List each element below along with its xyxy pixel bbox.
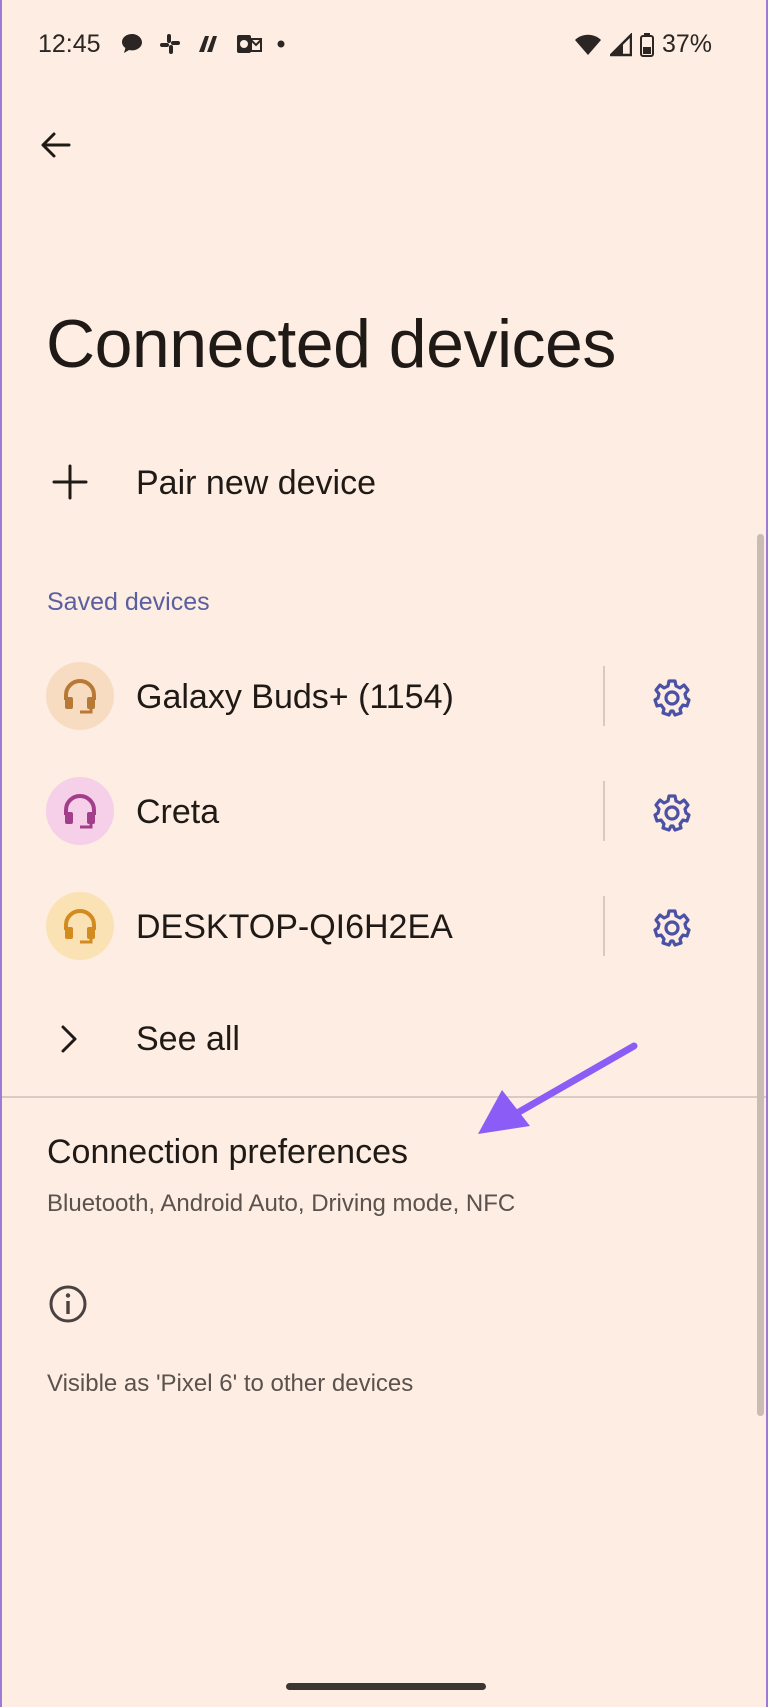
battery-percent: 37% [661,30,712,58]
device-settings-button[interactable] [648,904,696,952]
pair-new-device-button[interactable]: Pair new device [2,444,702,524]
headset-icon [64,794,96,829]
device-row[interactable]: DESKTOP-QI6H2EA [2,878,766,978]
signal-icon [609,32,632,56]
battery-icon [639,32,654,57]
gear-icon [653,679,691,717]
device-row[interactable]: Galaxy Buds+ (1154) [2,648,766,748]
plus-icon [52,464,88,500]
pair-new-device-label: Pair new device [136,464,377,502]
saved-devices-header: Saved devices [47,588,210,616]
gear-icon [653,909,691,947]
outlook-icon [237,35,262,53]
divider [2,1096,766,1098]
dot-icon [277,40,285,48]
connection-preferences-summary: Bluetooth, Android Auto, Driving mode, N… [47,1190,516,1217]
arrow-back-icon [41,132,71,158]
device-name: DESKTOP-QI6H2EA [136,908,453,946]
status-bar: 12:45 37% [2,0,766,92]
headset-icon [64,909,96,944]
visible-as-text: Visible as 'Pixel 6' to other devices [47,1370,414,1397]
headset-icon [64,679,96,714]
slack-icon [160,34,180,54]
app-icon [199,36,217,52]
device-settings-button[interactable] [648,789,696,837]
info-icon [49,1285,87,1323]
home-indicator[interactable] [286,1683,486,1690]
scrollbar[interactable] [757,534,764,1416]
notification-icons [120,32,286,56]
divider [603,781,605,841]
divider [603,666,605,726]
device-row[interactable]: Creta [2,763,766,863]
back-button[interactable] [32,122,78,168]
avatar [46,892,114,960]
page-title: Connected devices [46,306,616,382]
system-icons: 37% [574,30,712,59]
device-name: Creta [136,793,220,831]
wifi-icon [574,34,601,55]
avatar [46,777,114,845]
connection-preferences-button[interactable]: Connection preferences [47,1133,408,1172]
annotation-arrow-icon [478,1042,638,1134]
chat-icon [122,34,142,53]
chevron-right-icon [61,1025,77,1053]
avatar [46,662,114,730]
clock: 12:45 [38,30,101,58]
divider [603,896,605,956]
device-settings-button[interactable] [648,674,696,722]
see-all-label: See all [136,1020,240,1058]
device-name: Galaxy Buds+ (1154) [136,678,454,716]
gear-icon [653,794,691,832]
